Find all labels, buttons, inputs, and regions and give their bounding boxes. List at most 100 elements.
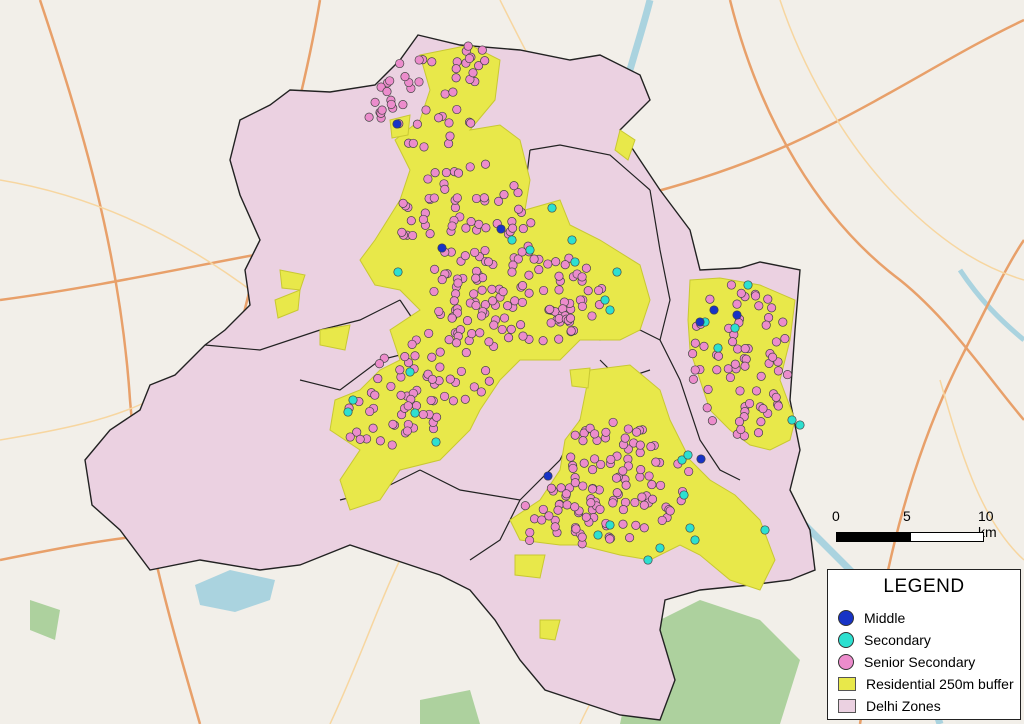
senior-secondary-school-point [690,338,700,348]
senior-secondary-school-point [427,57,437,67]
senior-secondary-school-point [525,527,535,538]
senior-secondary-school-point [432,412,442,422]
legend-item-residential-buffer: Residential 250m buffer [838,674,1014,694]
middle-school-point [437,243,447,253]
senior-secondary-school-point [440,391,450,401]
senior-secondary-school-point [471,273,481,283]
senior-secondary-school-point [414,77,424,87]
senior-secondary-school-point [745,398,755,409]
senior-secondary-school-point [382,87,392,97]
senior-secondary-school-point [370,97,380,107]
senior-secondary-school-point [612,488,622,498]
senior-secondary-school-point [517,297,527,307]
senior-secondary-school-point [579,458,589,468]
legend: LEGEND Middle Secondary Senior Secondary… [827,569,1021,720]
senior-secondary-school-point [435,347,445,357]
senior-secondary-school-point [699,341,709,351]
senior-secondary-school-point [751,291,761,301]
senior-secondary-school-point [418,214,428,224]
senior-secondary-school-point [707,416,717,426]
senior-secondary-school-point [725,372,735,383]
senior-secondary-school-point [398,100,408,110]
senior-secondary-school-point [385,76,395,86]
senior-secondary-circle-icon [838,654,854,670]
senior-secondary-school-point [761,320,771,330]
senior-secondary-school-point [611,473,622,483]
secondary-school-point [605,520,615,530]
senior-secondary-school-point [546,483,556,493]
senior-secondary-school-point [632,427,642,437]
senior-secondary-school-point [771,392,781,402]
senior-secondary-school-point [355,434,365,444]
senior-secondary-school-point [635,448,645,458]
senior-secondary-school-point [467,329,477,339]
senior-secondary-school-point [408,230,418,241]
senior-secondary-school-point [688,349,698,359]
senior-secondary-school-point [554,285,564,295]
senior-secondary-school-point [606,454,616,465]
senior-secondary-school-point [525,535,535,545]
senior-secondary-school-point [534,265,544,275]
senior-secondary-school-point [452,104,462,115]
senior-secondary-school-point [581,263,591,273]
senior-secondary-school-point [489,320,499,330]
senior-secondary-school-point [434,113,444,123]
senior-secondary-school-point [497,324,507,335]
legend-title: LEGEND [883,576,965,597]
secondary-school-point [655,543,665,553]
senior-secondary-school-point [480,159,491,169]
senior-secondary-school-point [702,403,712,413]
senior-secondary-school-point [756,371,766,381]
senior-secondary-school-point [479,193,489,203]
senior-secondary-school-point [468,68,478,78]
senior-secondary-school-point [518,331,528,341]
senior-secondary-school-point [345,432,355,442]
senior-secondary-school-point [778,317,788,327]
senior-secondary-school-point [595,504,605,514]
secondary-school-point [393,267,403,277]
senior-secondary-school-point [553,505,563,515]
senior-secondary-school-point [684,466,694,477]
senior-secondary-school-point [464,53,474,64]
buffer-swatch-icon [838,677,856,691]
senior-secondary-school-point [545,304,555,314]
senior-secondary-school-point [740,361,750,371]
senior-secondary-school-point [503,301,513,311]
senior-secondary-school-point [453,278,463,288]
legend-label-residential-buffer: Residential 250m buffer [866,676,1014,692]
senior-secondary-school-point [635,440,645,450]
senior-secondary-school-point [539,285,549,296]
senior-secondary-school-point [449,296,459,306]
senior-secondary-school-point [434,306,444,316]
senior-secondary-school-point [398,198,408,208]
senior-secondary-school-point [646,442,656,452]
senior-secondary-school-point [621,480,631,490]
senior-secondary-school-point [605,534,615,544]
senior-secondary-school-point [735,386,745,396]
legend-item-secondary: Secondary [838,630,931,650]
senior-secondary-school-point [481,223,491,233]
senior-secondary-school-point [647,494,658,504]
senior-secondary-school-point [754,301,764,311]
senior-secondary-school-point [451,64,461,74]
senior-secondary-school-point [425,229,435,239]
senior-secondary-school-point [733,344,743,354]
senior-secondary-school-point [620,433,630,443]
senior-secondary-school-point [736,424,746,435]
scale-segment-black [836,532,910,542]
senior-secondary-school-point [461,223,471,233]
senior-secondary-school-point [377,105,387,115]
senior-secondary-school-point [657,515,667,525]
senior-secondary-school-point [440,89,450,99]
senior-secondary-school-point [364,112,374,122]
zone-swatch-icon [838,699,856,713]
senior-secondary-school-point [488,296,498,306]
secondary-school-point [570,257,580,267]
senior-secondary-school-point [713,351,724,361]
senior-secondary-school-point [453,168,464,178]
senior-secondary-school-point [732,299,742,309]
senior-secondary-school-point [397,227,407,237]
senior-secondary-school-point [577,532,587,542]
senior-secondary-school-point [565,313,576,323]
senior-secondary-school-point [414,55,424,65]
